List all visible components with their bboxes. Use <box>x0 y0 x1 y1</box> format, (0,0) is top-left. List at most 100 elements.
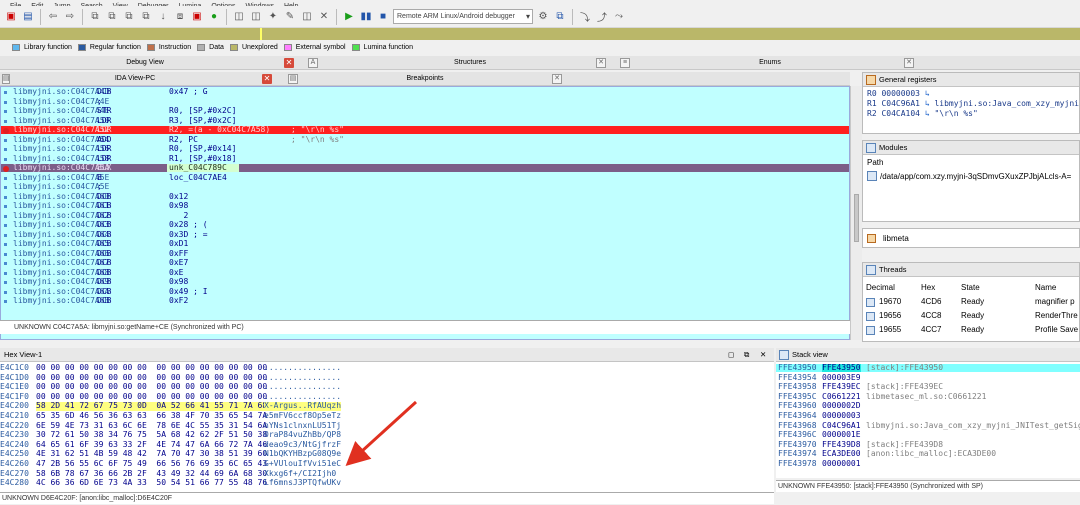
debugger-select[interactable]: Remote ARM Linux/Android debugger <box>393 9 533 24</box>
breakpoint-icon[interactable] <box>3 128 9 134</box>
disasm-line[interactable]: libmyjni.so:C04C7A6B DCB 0xF2 <box>1 296 849 305</box>
tab-debug-view[interactable]: Debug View <box>60 56 230 70</box>
run-to-icon[interactable]: ⤳ <box>612 10 626 24</box>
disasm-line[interactable]: libmyjni.so:C04C7A56 LDR R0, [SP,#0x14] <box>1 144 849 153</box>
disasm-line[interactable]: libmyjni.so:C04C7A69 DCB 0x98 <box>1 277 849 286</box>
disasm-line[interactable]: libmyjni.so:C04C7A68 DCB 0xE <box>1 268 849 277</box>
close-icon[interactable]: ✕ <box>596 58 606 68</box>
disasm-line[interactable]: libmyjni.so:C04C7A65 DCB 0xD1 <box>1 239 849 248</box>
disasm-line[interactable]: libmyjni.so:C04C7A4E; <box>1 97 849 106</box>
disasm-line[interactable]: libmyjni.so:C04C7A5E Bloc_C04C7AE4 <box>1 173 849 182</box>
scrollbar-thumb[interactable] <box>854 194 859 242</box>
chart2-icon[interactable]: ◫ <box>249 10 263 24</box>
hex-icon[interactable]: ⧉ <box>88 10 102 24</box>
legend-swatch <box>351 43 360 51</box>
close-icon[interactable]: ✕ <box>262 74 272 84</box>
restore-icon[interactable]: ◻ <box>728 348 734 362</box>
stack-row[interactable]: FFE43954 000003E9 <box>776 373 1080 382</box>
play-icon[interactable]: ▶ <box>342 10 356 24</box>
close-icon[interactable]: ✕ <box>760 348 766 362</box>
tab-structures[interactable]: Structures <box>320 56 620 70</box>
stack-row[interactable]: FFE43968 C04C96A1 libmyjni.so:Java_com_xzy… <box>776 421 1080 430</box>
disasm-line[interactable]: libmyjni.so:C04C7A4E STR R0, [SP,#0x2C] <box>1 106 849 115</box>
close-icon[interactable]: ✕ <box>904 58 914 68</box>
disasm-line[interactable]: libmyjni.so:C04C7A63 DCB 0x28 ; ( <box>1 220 849 229</box>
open-icon[interactable]: ▣ <box>4 10 18 24</box>
down-icon[interactable]: ↓ <box>156 10 170 24</box>
hex-row[interactable]: E4C280 4C 66 36 6D 6E 73 4A 33 50 54 51 6… <box>0 478 774 487</box>
disasm-line[interactable]: libmyjni.so:C04C7A58 LDR R1, [SP,#0x18] <box>1 154 849 163</box>
close-icon[interactable]: ✕ <box>284 58 294 68</box>
attach-icon[interactable]: ⧉ <box>553 10 567 24</box>
vertical-scrollbar[interactable] <box>850 86 862 340</box>
graph-icon[interactable]: ⧈ <box>173 10 187 24</box>
forward-icon[interactable]: ⇨ <box>63 10 77 24</box>
stack-view[interactable]: FFE43950 FFE43950 [stack]:FFE43950 FFE43954… <box>776 362 1080 478</box>
disasm-line[interactable]: libmyjni.so:C04C7A4D DCB 0x47 ; G <box>1 87 849 96</box>
step-over-icon[interactable]: ⤴ <box>595 10 609 24</box>
stack-row[interactable]: FFE43960 0000002D <box>776 401 1080 410</box>
stack-row[interactable]: FFE43978 00000001 <box>776 459 1080 468</box>
thread-row[interactable]: 19670 4CD6 Ready magnifier p <box>863 295 1079 309</box>
stack-row[interactable]: FFE43950 FFE43950 [stack]:FFE43950 <box>776 363 1080 373</box>
jump-icon[interactable]: ↳ <box>920 99 934 108</box>
disasm-line[interactable]: libmyjni.so:C04C7A61 DCB 0x98 <box>1 201 849 210</box>
stack-row[interactable]: FFE4395C C0661221 libmetasec_ml.so:C066122… <box>776 392 1080 401</box>
chart-icon[interactable]: ◫ <box>232 10 246 24</box>
hex-view-title: Hex View-1 <box>4 350 43 359</box>
circle-icon[interactable]: ● <box>207 10 221 24</box>
register-row[interactable]: R2 C04CA104 ↳ "\r\n %s" <box>863 109 1079 119</box>
module-row[interactable]: /data/app/com.xzy.myjni-3qSDmvGXuxZPJbjA… <box>863 170 1079 181</box>
disasm-line[interactable]: libmyjni.so:C04C7A5E; <box>1 182 849 191</box>
disasm-line[interactable]: libmyjni.so:C04C7A64 DCB 0x3D ; = <box>1 230 849 239</box>
data-icon[interactable]: ⧉ <box>122 10 136 24</box>
close-icon[interactable]: ✕ <box>317 10 331 24</box>
code-icon[interactable]: ⧉ <box>105 10 119 24</box>
float-icon[interactable]: ⧉ <box>744 348 749 362</box>
hex-row[interactable]: E4C1E0 00 00 00 00 00 00 00 00 00 00 00 0… <box>0 382 774 391</box>
picture-icon[interactable]: ▣ <box>190 10 204 24</box>
close-icon[interactable]: ✕ <box>552 74 562 84</box>
disasm-line[interactable]: libmyjni.so:C04C7A66 DCB 0xFF <box>1 249 849 258</box>
stack-row[interactable]: FFE43974 ECA3DE00 [anon:libc_malloc]:ECA3D… <box>776 449 1080 458</box>
star-icon[interactable]: ✦ <box>266 10 280 24</box>
settings-icon[interactable]: ⚙ <box>536 10 550 24</box>
jump-icon[interactable]: ↳ <box>920 89 930 98</box>
pause-icon[interactable]: ▮▮ <box>359 10 373 24</box>
step-into-icon[interactable]: ⤵ <box>578 10 592 24</box>
jump-icon[interactable]: ↳ <box>920 109 934 118</box>
disasm-line[interactable]: libmyjni.so:C04C7A52 LDR R2, =(a - 0xC04C7… <box>1 125 849 135</box>
legend-swatch <box>146 43 155 51</box>
line-mnemonic: LDR <box>97 125 112 134</box>
save-icon[interactable]: ▤ <box>21 10 35 24</box>
hex-row[interactable]: E4C270 58 6B 78 67 36 66 2B 2F 43 49 32 4… <box>0 469 774 478</box>
stack-row[interactable]: FFE4396C 0000001E <box>776 430 1080 439</box>
image-icon[interactable]: ◫ <box>300 10 314 24</box>
hex-row[interactable]: E4C1C0 00 00 00 00 00 00 00 00 00 00 00 0… <box>0 363 774 372</box>
module-filter[interactable]: libmeta <box>862 228 1080 248</box>
register-row[interactable]: R1 C04C96A1 ↳ libmyjni.so:Java_com_xzy_m… <box>863 99 1079 109</box>
thread-row[interactable]: 19655 4CC7 Ready Profile Save <box>863 323 1079 337</box>
disasm-line[interactable]: libmyjni.so:C04C7A60 DCB 0x12 <box>1 192 849 201</box>
stack-row[interactable]: FFE43958 FFE439EC [stack]:FFE439EC <box>776 382 1080 391</box>
register-row[interactable]: R0 00000003 ↳ <box>863 89 1079 99</box>
navigation-band[interactable] <box>0 28 1080 40</box>
thread-row[interactable]: 19656 4CC8 Ready RenderThre <box>863 309 1079 323</box>
breakpoint-icon[interactable] <box>3 166 9 172</box>
disasm-line[interactable]: libmyjni.so:C04C7A67 DCB 0xE7 <box>1 258 849 267</box>
ida-view[interactable]: libmyjni.so:C04C7A4D DCB 0x47 ; Glibmyjni.… <box>0 86 850 340</box>
disasm-line[interactable]: libmyjni.so:C04C7A62 DCB 2 <box>1 211 849 220</box>
string-icon[interactable]: ⧉ <box>139 10 153 24</box>
stop-icon[interactable]: ■ <box>376 10 390 24</box>
hex-row[interactable]: E4C1D0 00 00 00 00 00 00 00 00 00 00 00 0… <box>0 373 774 382</box>
stack-row[interactable]: FFE43964 00000003 <box>776 411 1080 420</box>
stack-row[interactable]: FFE43970 FFE439D8 [stack]:FFE439D8 <box>776 440 1080 449</box>
disasm-line[interactable]: libmyjni.so:C04C7A5A BLX unk_C04C789C <box>1 163 849 173</box>
disasm-line[interactable]: libmyjni.so:C04C7A6A DCB 0x49 ; I <box>1 287 849 296</box>
tab-ida-view[interactable]: IDA View-PC <box>60 72 210 86</box>
pencil-icon[interactable]: ✎ <box>283 10 297 24</box>
disasm-line[interactable]: libmyjni.so:C04C7A50 LDR R3, [SP,#0x2C] <box>1 116 849 125</box>
back-icon[interactable]: ⇦ <box>46 10 60 24</box>
disasm-line[interactable]: libmyjni.so:C04C7A54 ADD R2, PC ; "\r\n %s" <box>1 135 849 144</box>
tab-breakpoints[interactable]: Breakpoints <box>300 72 550 86</box>
